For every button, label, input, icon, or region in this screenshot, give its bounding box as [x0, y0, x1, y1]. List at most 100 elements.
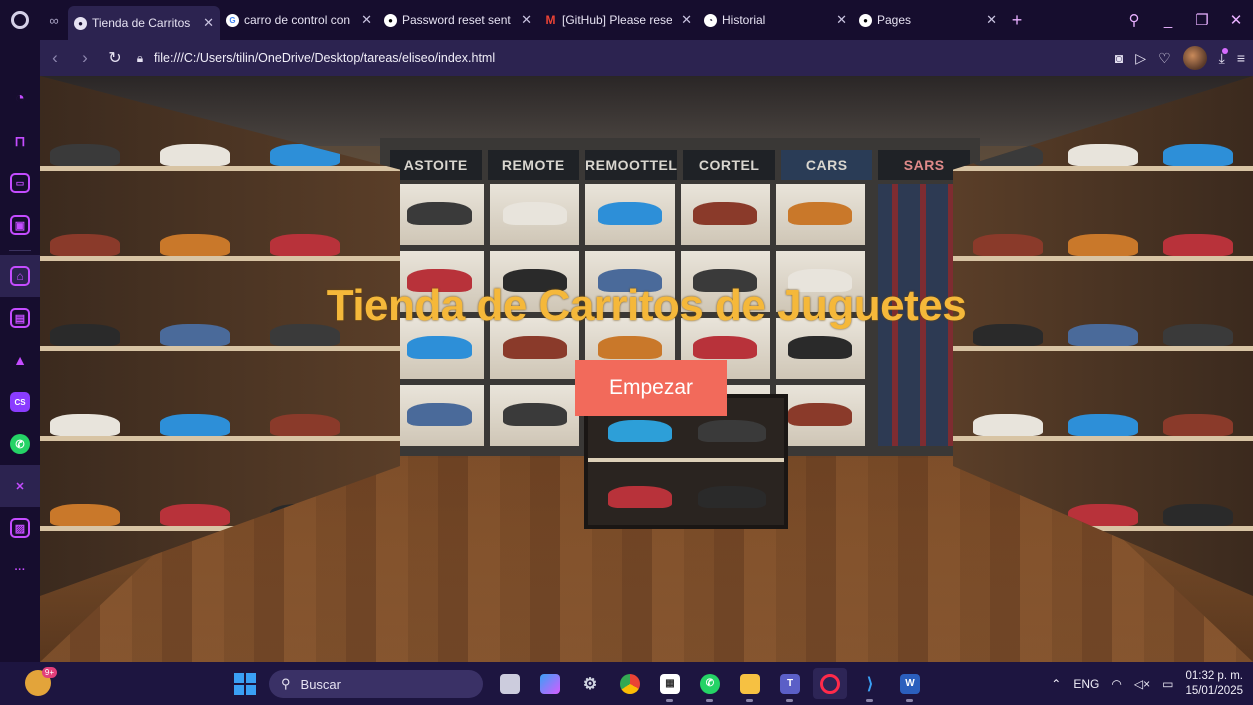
snapshot-icon[interactable]: ◙ [1115, 50, 1123, 66]
minimize-icon[interactable]: _ [1151, 0, 1185, 40]
opera-gx-icon[interactable] [813, 668, 847, 699]
opera-menu-icon[interactable] [0, 0, 40, 40]
close-icon[interactable]: ✕ [361, 12, 372, 28]
vscode-icon[interactable]: ⟩ [853, 668, 887, 702]
pinboard-icon: ✕ [15, 480, 25, 493]
chrome-icon[interactable] [613, 668, 647, 699]
tab-pages[interactable]: ● Pages ✕ [853, 5, 1003, 35]
sidebar-item-gallery[interactable]: ▨ [0, 507, 40, 549]
tab-github-reset[interactable]: M [GitHub] Please rese ✕ [538, 5, 698, 35]
sidebar-item-aria[interactable]: ▲ [0, 339, 40, 381]
wall-shelf [40, 436, 400, 441]
sidebar-item-player[interactable]: ▤ [0, 297, 40, 339]
tab-bar: ∞ ● Tienda de Carritos d ✕ G carro de co… [0, 0, 1253, 40]
tab-islands-icon[interactable]: ∞ [40, 0, 68, 40]
reload-icon[interactable]: ↻ [100, 40, 130, 76]
heart-icon[interactable]: ♡ [1158, 50, 1171, 67]
store-signs: ASTOITE REMOTE REMOOTTEL CORTEL CARS SAR… [390, 150, 970, 180]
back-icon[interactable]: ‹ [40, 40, 70, 76]
toy-car [270, 144, 340, 166]
windows-start-icon[interactable] [234, 673, 256, 695]
wifi-icon[interactable]: ◠ [1111, 677, 1121, 691]
shelf-cell [680, 184, 770, 245]
task-view-icon[interactable] [493, 668, 527, 699]
store-icon[interactable]: ▦ [653, 668, 687, 702]
chevron-up-icon[interactable]: ⌃ [1051, 677, 1061, 691]
shelf-cell [585, 184, 675, 245]
avatar[interactable] [1182, 46, 1207, 70]
toy-car [608, 486, 672, 508]
search-tabs-icon[interactable]: ⚲ [1117, 0, 1151, 40]
sidebar-more[interactable]: ··· [0, 549, 40, 591]
sidebar: ◔ ⊓ ▭ ▣ ⌂ ▤ ▲ CS ✆ ✕ ▨ ··· [0, 40, 40, 662]
tab-tienda[interactable]: ● Tienda de Carritos d ✕ [68, 6, 220, 40]
close-icon[interactable]: ✕ [203, 15, 214, 31]
tab-carro[interactable]: G carro de control con ✕ [220, 5, 378, 35]
clock[interactable]: 01:32 p. m. 15/01/2025 [1185, 669, 1243, 699]
whatsapp-icon[interactable]: ✆ [693, 668, 727, 702]
whatsapp-icon: ✆ [10, 434, 30, 454]
cpu-icon: ▣ [10, 215, 30, 235]
cs-icon: CS [10, 392, 30, 412]
toy-car [160, 414, 230, 436]
toy-car [788, 336, 853, 360]
close-window-icon[interactable]: ✕ [1219, 0, 1253, 40]
download-icon[interactable]: ⤓ [1219, 47, 1229, 67]
weather-icon[interactable]: 9+ [25, 667, 57, 696]
gauge-icon: ◔ [15, 90, 25, 107]
toy-car [502, 202, 567, 226]
wall-shelf [40, 256, 400, 261]
battery-icon[interactable]: ▭ [1162, 677, 1173, 691]
store-sign: REMOOTTEL [585, 150, 678, 180]
taskbar-search[interactable]: ⚲ Buscar [269, 670, 483, 698]
store-sign: REMOTE [487, 150, 580, 180]
word-icon[interactable]: W [893, 668, 927, 702]
sidebar-item-pinboard[interactable]: ✕ [0, 465, 40, 507]
language-indicator[interactable]: ENG [1073, 677, 1099, 691]
volume-icon[interactable]: ◁× [1134, 677, 1150, 691]
shelf-cell [775, 184, 865, 245]
flow-send-icon[interactable]: ▷ [1135, 50, 1146, 67]
toy-car [1163, 414, 1233, 436]
page-title: Tienda de Carritos de Juguetes [326, 281, 967, 330]
maximize-icon[interactable]: ❐ [1185, 0, 1219, 40]
toy-car [50, 234, 120, 256]
toy-car [973, 144, 1043, 166]
toy-car [407, 336, 472, 360]
sidebar-item-twitch[interactable]: ▭ [0, 162, 40, 204]
start-button[interactable]: Empezar [575, 360, 727, 416]
bag-icon: ⊓ [14, 132, 26, 149]
github-icon: ● [384, 13, 397, 27]
forward-icon[interactable]: › [70, 40, 100, 76]
toy-car [1068, 414, 1138, 436]
file-explorer-icon[interactable] [733, 668, 767, 702]
sidebar-item-whatsapp[interactable]: ✆ [0, 423, 40, 465]
new-tab-icon[interactable]: + [1003, 0, 1031, 40]
sidebar-item-speed-dial[interactable]: ◔ [0, 78, 40, 120]
easy-setup-icon[interactable]: ≡ [1237, 50, 1245, 66]
teams-icon[interactable]: T [773, 668, 807, 702]
sidebar-item-home[interactable]: ⌂ [0, 255, 40, 297]
toy-car [698, 420, 766, 442]
sidebar-item-gx-corner[interactable]: ⊓ [0, 120, 40, 162]
sidebar-item-cs[interactable]: CS [0, 381, 40, 423]
toy-car [973, 414, 1043, 436]
sidebar-item-control[interactable]: ▣ [0, 204, 40, 246]
copilot-icon[interactable] [533, 668, 567, 699]
close-icon[interactable]: ✕ [521, 12, 532, 28]
close-icon[interactable]: ✕ [836, 12, 847, 28]
toy-car [597, 202, 663, 226]
toy-car [788, 202, 853, 226]
toy-car [502, 403, 567, 427]
toy-car [1163, 504, 1233, 526]
close-icon[interactable]: ✕ [986, 12, 997, 28]
toy-car [698, 486, 766, 508]
settings-icon[interactable]: ⚙ [573, 668, 607, 699]
close-icon[interactable]: ✕ [681, 12, 692, 28]
toy-car [160, 504, 230, 526]
tab-historial[interactable]: ◔ Historial ✕ [698, 5, 853, 35]
url-field[interactable]: file:///C:/Users/tilin/OneDrive/Desktop/… [154, 51, 495, 65]
lock-icon[interactable]: 🔒︎ [130, 40, 150, 76]
more-icon: ··· [14, 564, 26, 576]
tab-password[interactable]: ● Password reset sent ✕ [378, 5, 538, 35]
